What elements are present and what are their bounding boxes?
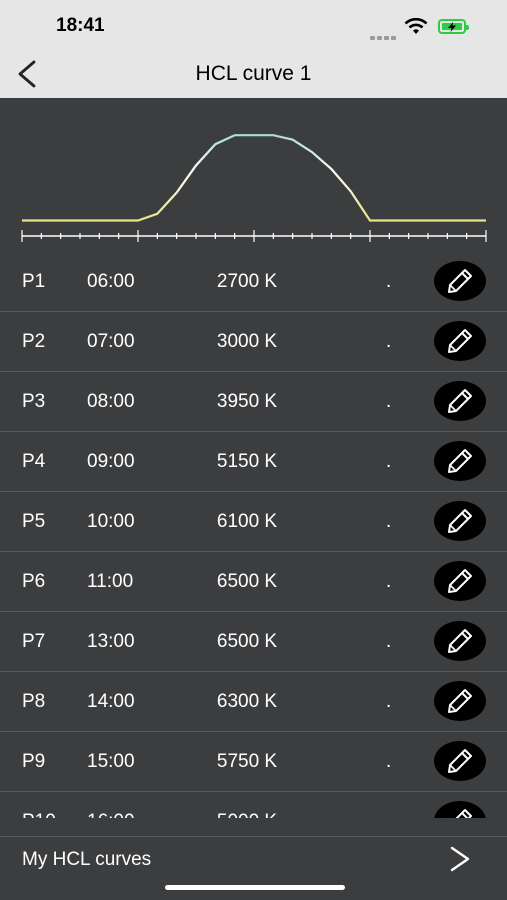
point-extra: . — [386, 271, 392, 292]
list-item: P3 08:00 3950 K. — [0, 372, 507, 432]
footer-label: My HCL curves — [22, 849, 152, 870]
point-time: 07:00 — [87, 331, 135, 352]
point-name: P7 — [22, 631, 46, 652]
edit-point-button[interactable] — [434, 801, 486, 818]
point-extra: . — [386, 811, 391, 818]
point-extra: . — [386, 451, 392, 472]
point-temperature: 6500 K — [216, 631, 278, 652]
curve-points-list[interactable]: P1 06:00 2700 K. P2 07:00 3000 K. P3 08:00 3950 … — [0, 252, 507, 818]
edit-point-button[interactable] — [434, 441, 486, 481]
point-temperature: 5150 K — [216, 451, 278, 472]
point-time: 16:00 — [87, 811, 135, 818]
point-time: 06:00 — [87, 271, 135, 292]
chevron-right-icon — [450, 846, 470, 872]
point-extra: . — [386, 571, 392, 592]
edit-point-button[interactable] — [434, 561, 486, 601]
pencil-icon — [448, 449, 472, 473]
navigation-bar: HCL curve 1 — [0, 50, 507, 98]
point-time: 09:00 — [87, 451, 135, 472]
edit-point-button[interactable] — [434, 321, 486, 361]
point-extra: . — [386, 511, 392, 532]
edit-point-button[interactable] — [434, 681, 486, 721]
edit-point-button[interactable] — [434, 261, 486, 301]
point-temperature: 3950 K — [216, 391, 278, 412]
pencil-icon — [448, 629, 472, 653]
point-name: P3 — [22, 391, 46, 412]
hcl-curve-chart — [21, 134, 487, 242]
edit-point-button[interactable] — [434, 621, 486, 661]
point-temperature: 6100 K — [216, 511, 278, 532]
my-hcl-curves-link[interactable]: My HCL curves — [0, 836, 507, 881]
point-name: P5 — [22, 511, 46, 532]
list-item: P10 16:00 5000 K. — [0, 792, 507, 818]
point-extra: . — [386, 751, 392, 772]
point-name: P4 — [22, 451, 46, 472]
pencil-icon — [448, 689, 472, 713]
point-time: 14:00 — [87, 691, 135, 712]
home-indicator — [165, 885, 345, 890]
list-item: P6 11:00 6500 K. — [0, 552, 507, 612]
pencil-icon — [448, 329, 472, 353]
list-item: P5 10:00 6100 K. — [0, 492, 507, 552]
list-item: P4 09:00 5150 K. — [0, 432, 507, 492]
edit-point-button[interactable] — [434, 741, 486, 781]
wifi-icon — [404, 18, 428, 34]
point-extra: . — [386, 391, 392, 412]
cellular-signal-icon — [370, 27, 400, 40]
pencil-icon — [448, 389, 472, 413]
point-time: 08:00 — [87, 391, 135, 412]
pencil-icon — [448, 749, 472, 773]
status-time: 18:41 — [56, 15, 105, 36]
color-temperature-curve — [22, 134, 486, 222]
list-item: P1 06:00 2700 K. — [0, 252, 507, 312]
point-extra: . — [386, 331, 392, 352]
pencil-icon — [448, 509, 472, 533]
point-name: P10 — [22, 811, 56, 818]
edit-point-button[interactable] — [434, 501, 486, 541]
pencil-icon — [448, 269, 472, 293]
point-temperature: 3000 K — [216, 331, 278, 352]
point-temperature: 6500 K — [216, 571, 278, 592]
pencil-icon — [455, 809, 472, 818]
point-extra: . — [386, 631, 392, 652]
point-name: P6 — [22, 571, 46, 592]
status-bar: 18:41 — [0, 0, 507, 50]
point-temperature: 2700 K — [216, 271, 278, 292]
point-name: P8 — [22, 691, 46, 712]
point-temperature: 5750 K — [216, 751, 278, 772]
pencil-icon — [448, 569, 472, 593]
point-time: 13:00 — [87, 631, 135, 652]
point-time: 10:00 — [87, 511, 135, 532]
point-name: P1 — [22, 271, 46, 292]
point-temperature: 6300 K — [216, 691, 278, 712]
list-item: P2 07:00 3000 K. — [0, 312, 507, 372]
point-name: P2 — [22, 331, 46, 352]
list-item: P7 13:00 6500 K. — [0, 612, 507, 672]
point-extra: . — [386, 691, 392, 712]
list-item: P9 15:00 5750 K. — [0, 732, 507, 792]
point-time: 15:00 — [87, 751, 135, 772]
edit-point-button[interactable] — [434, 381, 486, 421]
point-time: 11:00 — [87, 571, 134, 592]
list-item: P8 14:00 6300 K. — [0, 672, 507, 732]
point-temperature: 5000 K — [203, 811, 291, 818]
page-title: HCL curve 1 — [195, 62, 312, 85]
point-name: P9 — [22, 751, 46, 772]
battery-charging-icon — [438, 19, 469, 34]
